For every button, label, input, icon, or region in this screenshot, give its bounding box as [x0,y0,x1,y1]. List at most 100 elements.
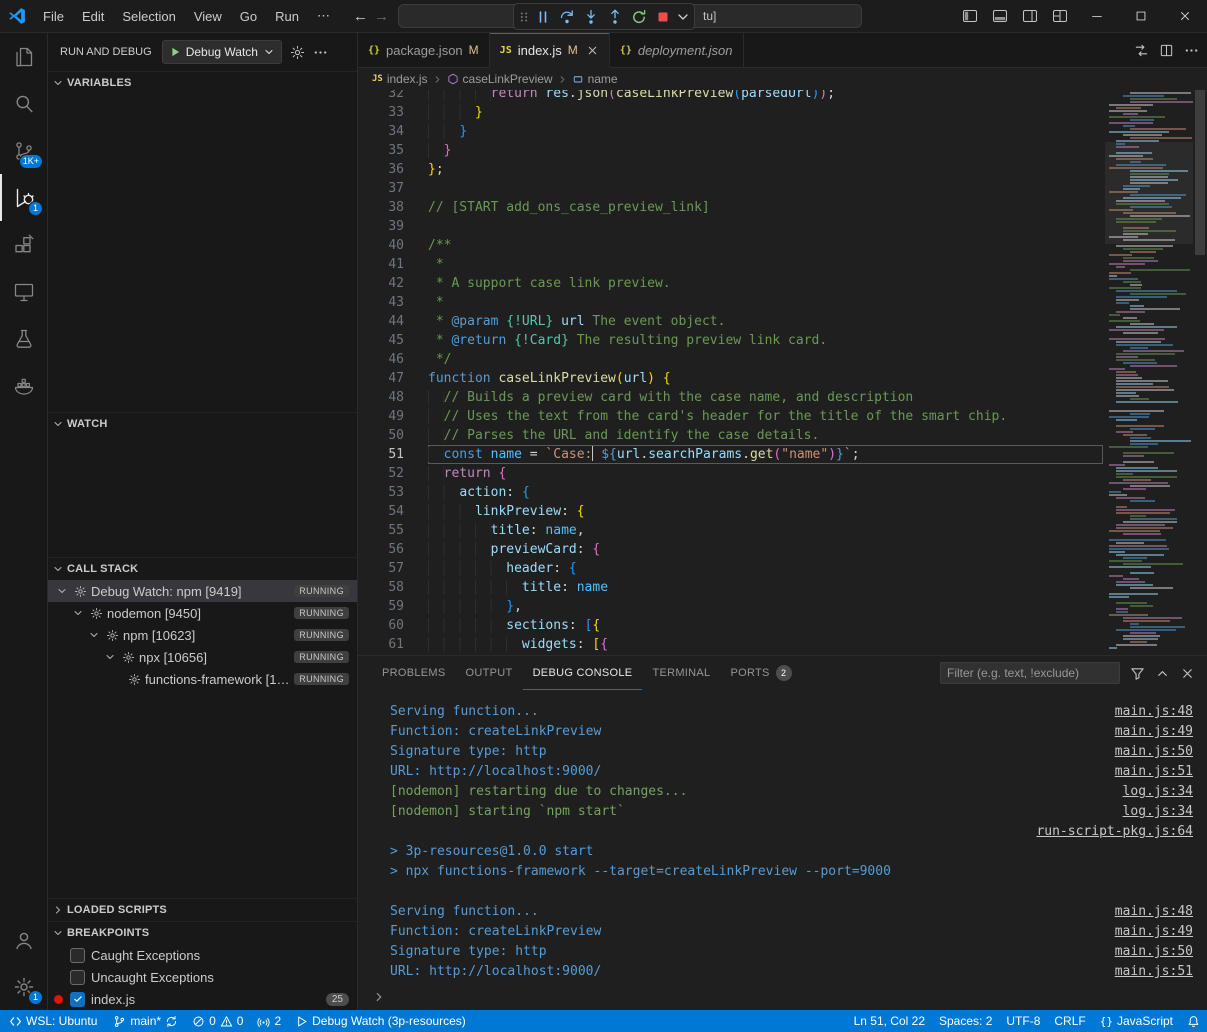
line-number[interactable]: 59 [358,597,404,616]
code-line[interactable]: 40/** [358,236,1103,255]
code-editor[interactable]: 32 return res.json(caseLinkPreview(parse… [358,90,1207,655]
menu-run[interactable]: Run [266,5,308,28]
line-number[interactable]: 58 [358,578,404,597]
filter-icon[interactable] [1130,666,1145,681]
code-line[interactable]: 53 action: { [358,483,1103,502]
code-line[interactable]: 39 [358,217,1103,236]
call-stack-row[interactable]: nodemon [9450]RUNNING [48,602,357,624]
toggle-panel-icon[interactable] [985,0,1015,32]
line-number[interactable]: 44 [358,312,404,331]
debug-step-over-icon[interactable] [555,5,579,28]
line-number[interactable]: 38 [358,198,404,217]
editor-scrollbar[interactable] [1193,90,1207,655]
status-encoding[interactable]: UTF-8 [999,1010,1047,1032]
console-source-link[interactable]: main.js:50 [1115,742,1193,762]
code-line[interactable]: 41 * [358,255,1103,274]
line-number[interactable]: 32 [358,90,404,103]
activity-source-control-icon[interactable]: 1K+ [0,127,48,174]
breakpoint-row[interactable]: Caught Exceptions [48,944,357,966]
line-number[interactable]: 54 [358,502,404,521]
code-line[interactable]: 33 } [358,103,1103,122]
debug-step-out-icon[interactable] [603,5,627,28]
line-number[interactable]: 47 [358,369,404,388]
chevron-down-icon[interactable] [104,651,118,663]
tab-package-json[interactable]: {}package.jsonM [358,33,490,67]
start-debug-icon[interactable] [169,46,181,58]
status-cursor-position[interactable]: Ln 51, Col 22 [847,1010,932,1032]
line-number[interactable]: 60 [358,616,404,635]
menu-file[interactable]: File [34,5,73,28]
code-line[interactable]: 37 [358,179,1103,198]
panel-tab-ports[interactable]: PORTS2 [720,656,801,690]
close-icon[interactable] [586,44,599,57]
code-line[interactable]: 44 * @param {!URL} url The event object. [358,312,1103,331]
debug-pause-icon[interactable] [531,5,555,28]
menu-view[interactable]: View [185,5,231,28]
debug-chevron-down-icon[interactable] [675,5,691,28]
console-source-link[interactable]: main.js:48 [1115,902,1193,922]
line-number[interactable]: 52 [358,464,404,483]
call-stack-section-header[interactable]: CALL STACK [48,558,357,580]
code-line[interactable]: 52 return { [358,464,1103,483]
status-debug-session[interactable]: Debug Watch (3p-resources) [288,1010,473,1032]
menu-selection[interactable]: Selection [113,5,184,28]
console-input[interactable] [372,990,1193,1004]
chevron-down-icon[interactable] [88,629,102,641]
code-line[interactable]: 46 */ [358,350,1103,369]
menu-more[interactable]: ⋯ [308,4,339,28]
code-line[interactable]: 38// [START add_ons_case_preview_link] [358,198,1103,217]
console-source-link[interactable]: main.js:49 [1115,722,1193,742]
code-line[interactable]: 48 // Builds a preview card with the cas… [358,388,1103,407]
line-number[interactable]: 41 [358,255,404,274]
more-actions-icon[interactable] [313,45,328,60]
console-filter-input[interactable] [940,662,1120,684]
menu-go[interactable]: Go [231,5,266,28]
gear-icon[interactable] [290,45,305,60]
checkbox[interactable] [70,992,85,1007]
line-number[interactable]: 45 [358,331,404,350]
code-line[interactable]: 49 // Uses the text from the card's head… [358,407,1103,426]
debug-stop-icon[interactable] [651,5,675,28]
panel-tab-terminal[interactable]: TERMINAL [642,656,720,690]
activity-run-and-debug-icon[interactable]: 1 [0,174,48,221]
toggle-primary-sidebar-icon[interactable] [955,0,985,32]
checkbox[interactable] [70,948,85,963]
panel-tab-output[interactable]: OUTPUT [456,656,523,690]
code-line[interactable]: 61 widgets: [{ [358,635,1103,654]
code-line[interactable]: 51 const name = `Case: ${url.searchParam… [358,445,1103,464]
line-number[interactable]: 56 [358,540,404,559]
line-number[interactable]: 35 [358,141,404,160]
chevron-down-icon[interactable] [56,585,70,597]
chevron-down-icon[interactable] [72,607,86,619]
code-line[interactable]: 36}; [358,160,1103,179]
breakpoint-row[interactable]: index.js25 [48,988,357,1010]
menu-edit[interactable]: Edit [73,5,113,28]
activity-docker-icon[interactable] [0,362,48,409]
code-line[interactable]: 57 header: { [358,559,1103,578]
activity-testing-icon[interactable] [0,315,48,362]
code-line[interactable]: 34 } [358,122,1103,141]
close-panel-icon[interactable] [1180,666,1195,681]
line-number[interactable]: 46 [358,350,404,369]
breakpoints-section-header[interactable]: BREAKPOINTS [48,922,357,944]
status-ports[interactable]: 2 [250,1010,288,1032]
console-source-link[interactable]: log.js:34 [1123,782,1193,802]
line-number[interactable]: 40 [358,236,404,255]
activity-search-icon[interactable] [0,80,48,127]
line-number[interactable]: 33 [358,103,404,122]
panel-tab-debug-console[interactable]: DEBUG CONSOLE [523,656,643,690]
scrollbar-thumb[interactable] [1195,90,1205,255]
code-line[interactable]: 59 }, [358,597,1103,616]
panel-tab-problems[interactable]: PROBLEMS [372,656,456,690]
maximize-icon[interactable] [1119,0,1163,32]
line-number[interactable]: 49 [358,407,404,426]
customize-layout-icon[interactable] [1045,0,1075,32]
activity-accounts-icon[interactable] [0,916,48,963]
line-number[interactable]: 61 [358,635,404,654]
call-stack-row[interactable]: functions-framework [106...RUNNING [48,668,357,690]
forward-arrow-icon[interactable]: → [374,8,389,25]
status-remote[interactable]: WSL: Ubuntu [0,1010,106,1032]
status-notifications[interactable] [1180,1010,1207,1032]
breakpoint-row[interactable]: Uncaught Exceptions [48,966,357,988]
toggle-secondary-sidebar-icon[interactable] [1015,0,1045,32]
